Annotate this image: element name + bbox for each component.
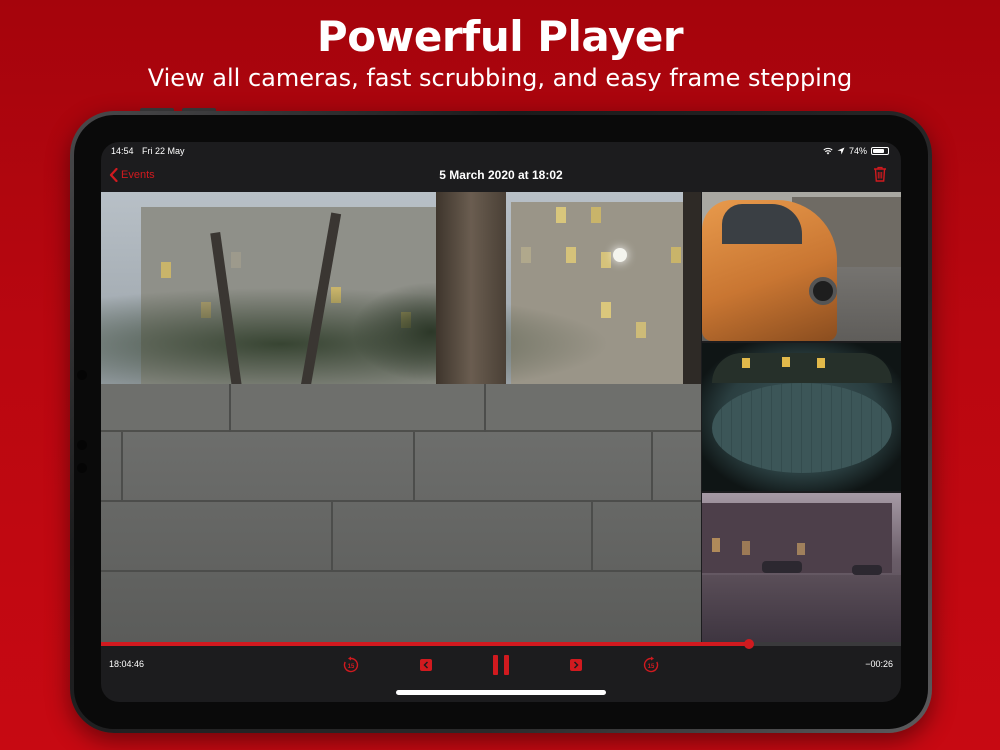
skip-back-label: 15: [348, 664, 355, 670]
skip-forward-15-button[interactable]: 15: [642, 656, 660, 674]
status-time: 14:54: [111, 146, 134, 156]
frame-back-icon: [420, 659, 432, 671]
frame-forward-button[interactable]: [569, 658, 583, 672]
delete-button[interactable]: [873, 166, 887, 187]
pause-button[interactable]: [490, 653, 512, 677]
camera-thumbnail-rear[interactable]: [702, 493, 901, 642]
frame-forward-icon: [570, 659, 582, 671]
battery-percent: 74%: [848, 146, 867, 156]
status-date: Fri 22 May: [142, 146, 185, 156]
camera-thumbnail-front[interactable]: [702, 192, 901, 341]
trash-icon: [874, 166, 886, 182]
camera-dot: [77, 463, 87, 473]
skip-back-15-icon: 15: [343, 656, 359, 673]
promo-subline: View all cameras, fast scrubbing, and ea…: [147, 64, 853, 92]
frame-back-button[interactable]: [419, 658, 433, 672]
camera-dot: [77, 440, 87, 450]
camera-dot: [77, 370, 87, 380]
skip-forward-label: 15: [648, 664, 655, 670]
promo-headline: Powerful Player: [316, 12, 684, 61]
nav-bar: Events 5 March 2020 at 18:02: [101, 160, 901, 192]
pause-icon: [493, 655, 509, 675]
status-bar: 14:54 Fri 22 May 74%: [101, 142, 901, 160]
home-indicator[interactable]: [396, 690, 606, 695]
app-screen: 14:54 Fri 22 May 74% Events 5 March 2020…: [101, 142, 901, 702]
skip-forward-15-icon: 15: [643, 656, 659, 673]
wifi-icon: [823, 147, 833, 155]
main-camera-view[interactable]: [101, 192, 701, 642]
skip-back-15-button[interactable]: 15: [342, 656, 360, 674]
location-icon: [837, 147, 845, 155]
battery-icon: [871, 147, 889, 155]
page-title: 5 March 2020 at 18:02: [439, 168, 563, 182]
remaining-time: −00:26: [865, 659, 893, 669]
camera-thumbnail-down[interactable]: [702, 343, 901, 491]
elapsed-time: 18:04:46: [109, 659, 145, 669]
